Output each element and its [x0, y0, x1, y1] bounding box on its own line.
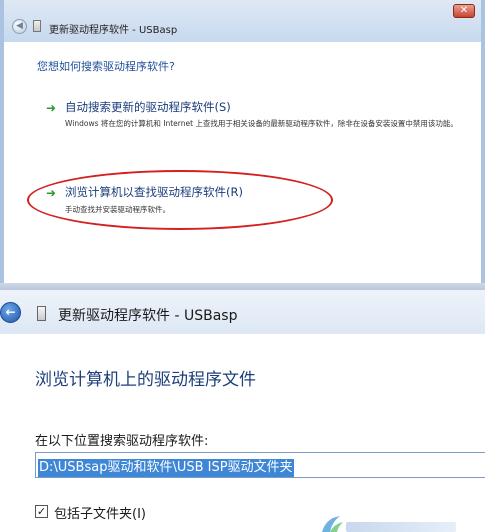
watermark-logo-icon	[322, 516, 343, 532]
green-arrow-icon: ➜	[46, 101, 57, 115]
auto-search-description: Windows 将在您的计算机和 Internet 上查找用于相关设备的最新驱动…	[65, 119, 458, 128]
wizard-icon	[37, 306, 46, 321]
browse-files-heading: 浏览计算机上的驱动程序文件	[35, 370, 256, 390]
window-separator	[0, 283, 485, 290]
watermark-strip	[346, 522, 456, 532]
bottom-window-title: 更新驱动程序软件 - USBasp	[58, 308, 238, 324]
search-method-heading: 您想如何搜索驱动程序软件?	[37, 60, 175, 73]
close-icon[interactable]: ✕	[453, 4, 475, 18]
top-title-bar: ◀ 更新驱动程序软件 - USBasp ✕	[4, 0, 481, 42]
include-subfolders-checkbox[interactable]: ✓	[35, 505, 48, 518]
top-wizard-window: ◀ 更新驱动程序软件 - USBasp ✕ 您想如何搜索驱动程序软件? ➜ 自动…	[0, 0, 485, 283]
back-arrow-icon[interactable]: ◀	[12, 19, 27, 34]
driver-path-value: D:\USBsap驱动和软件\USB ISP驱动文件夹	[38, 459, 294, 477]
back-arrow-icon[interactable]: ←	[0, 302, 21, 323]
wizard-icon	[33, 20, 41, 32]
include-subfolders-label[interactable]: 包括子文件夹(I)	[54, 503, 146, 522]
driver-path-input[interactable]: D:\USBsap驱动和软件\USB ISP驱动文件夹	[35, 452, 485, 478]
top-window-title: 更新驱动程序软件 - USBasp	[49, 25, 178, 36]
red-highlight-ellipse	[27, 170, 333, 230]
auto-search-option[interactable]: 自动搜索更新的驱动程序软件(S)	[65, 99, 231, 115]
checkmark-icon: ✓	[36, 505, 47, 518]
search-location-label: 在以下位置搜索驱动程序软件:	[35, 434, 209, 449]
bottom-title-bar: ← 更新驱动程序软件 - USBasp	[0, 290, 485, 334]
bottom-wizard-window: ← 更新驱动程序软件 - USBasp 浏览计算机上的驱动程序文件 在以下位置搜…	[0, 290, 485, 532]
